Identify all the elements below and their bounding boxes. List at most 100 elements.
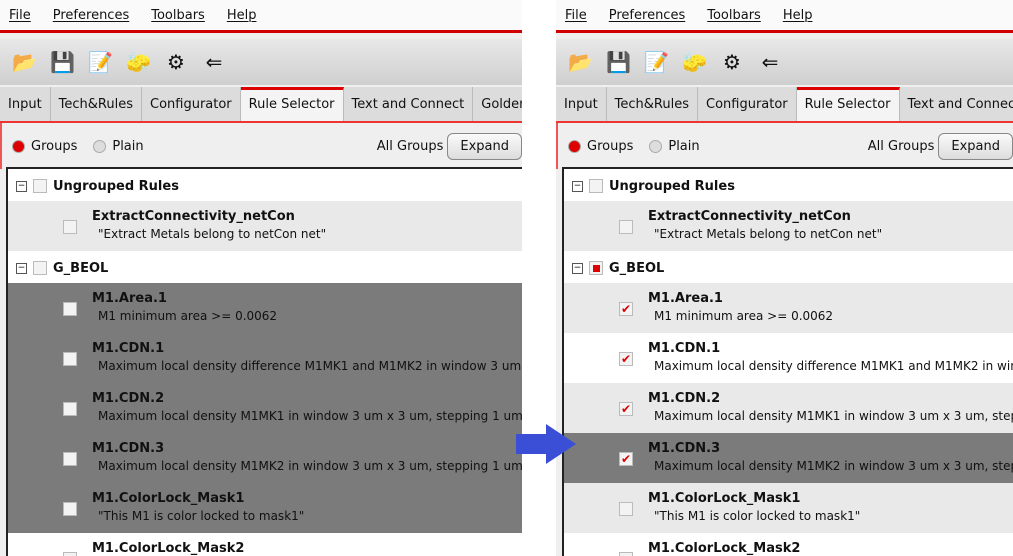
all-groups-label: All Groups <box>867 138 935 154</box>
collapse-icon[interactable]: − <box>16 180 27 192</box>
tab-0[interactable]: Input <box>0 87 51 121</box>
menu-file[interactable]: File <box>9 8 31 23</box>
edit-icon[interactable]: 📝 <box>644 50 669 74</box>
group-checkbox[interactable] <box>589 261 603 275</box>
rule-row[interactable]: ExtractConnectivity_netCon "Extract Metal… <box>564 201 1013 251</box>
rule-checkbox[interactable] <box>63 302 77 316</box>
menu-help[interactable]: Help <box>783 8 813 23</box>
menu-preferences[interactable]: Preferences <box>53 8 129 23</box>
rule-description: "Extract Metals belong to netCon net" <box>98 227 327 241</box>
rule-description: Maximum local density M1MK1 in window 3 … <box>654 409 1013 423</box>
plain-radio[interactable] <box>649 139 663 153</box>
rule-row[interactable]: M1.ColorLock_Mask2 <box>8 533 522 556</box>
rule-name: M1.ColorLock_Mask1 <box>648 491 801 506</box>
collapse-icon[interactable]: − <box>572 180 583 192</box>
rule-checkbox[interactable] <box>63 502 77 516</box>
tab-0[interactable]: Input <box>556 87 607 121</box>
groups-label: Groups <box>587 138 634 154</box>
rule-checkbox[interactable] <box>619 220 633 234</box>
rule-row[interactable]: ✔ M1.CDN.1 Maximum local density differenc… <box>564 333 1013 383</box>
rule-description: M1 minimum area >= 0.0062 <box>654 309 834 323</box>
rule-checkbox[interactable]: ✔ <box>619 352 633 366</box>
tab-4[interactable]: Text and Connect <box>344 87 474 121</box>
group-name: Ungrouped Rules <box>53 178 179 194</box>
group-checkbox[interactable] <box>33 179 47 193</box>
tab-5[interactable]: Golden L <box>473 87 522 121</box>
menu-file[interactable]: File <box>565 8 587 23</box>
rule-checkbox[interactable] <box>619 552 633 556</box>
open-folder-icon[interactable]: 📂 <box>12 50 37 74</box>
groups-radio[interactable] <box>568 139 581 153</box>
rule-description: "This M1 is color locked to mask1" <box>654 509 861 523</box>
rule-checkbox[interactable]: ✔ <box>619 452 633 466</box>
rule-row[interactable]: M1.ColorLock_Mask1 "This M1 is color lock… <box>8 483 522 533</box>
rule-checkbox[interactable] <box>63 220 77 234</box>
tree-group[interactable]: − Ungrouped Rules <box>8 175 522 197</box>
rule-description: M1 minimum area >= 0.0062 <box>98 309 278 323</box>
rule-row[interactable]: M1.CDN.2 Maximum local density M1MK1 in w… <box>8 383 522 433</box>
rule-row[interactable]: M1.ColorLock_Mask2 <box>564 533 1013 556</box>
rule-row[interactable]: ✔ M1.CDN.3 Maximum local density M1MK2 in … <box>564 433 1013 483</box>
plain-label: Plain <box>668 138 700 154</box>
menu-toolbars[interactable]: Toolbars <box>151 8 205 23</box>
group-checkbox[interactable] <box>33 261 47 275</box>
rule-checkbox[interactable] <box>619 502 633 516</box>
group-name: Ungrouped Rules <box>609 178 735 194</box>
collapse-icon[interactable]: − <box>572 262 583 274</box>
menu-help[interactable]: Help <box>227 8 257 23</box>
rule-checkbox[interactable] <box>63 352 77 366</box>
import-icon[interactable]: ⇐ <box>758 50 782 74</box>
rule-row[interactable]: ExtractConnectivity_netCon "Extract Metal… <box>8 201 522 251</box>
rule-checkbox[interactable]: ✔ <box>619 302 633 316</box>
rule-description: "This M1 is color locked to mask1" <box>98 509 305 523</box>
tab-1[interactable]: Tech&Rules <box>51 87 142 121</box>
tree-group[interactable]: − G_BEOL <box>564 257 1013 279</box>
rule-row[interactable]: ✔ M1.Area.1 M1 minimum area >= 0.0062 <box>564 283 1013 333</box>
rule-name: M1.CDN.1 <box>92 341 165 356</box>
rule-description: Maximum local density M1MK2 in window 3 … <box>654 459 1013 473</box>
rule-row[interactable]: M1.CDN.1 Maximum local density difference… <box>8 333 522 383</box>
rule-row[interactable]: M1.CDN.3 Maximum local density M1MK2 in w… <box>8 433 522 483</box>
menu-toolbars[interactable]: Toolbars <box>707 8 761 23</box>
rule-name: M1.ColorLock_Mask2 <box>648 541 801 556</box>
rule-name: ExtractConnectivity_netCon <box>648 209 851 224</box>
rule-row[interactable]: ✔ M1.CDN.2 Maximum local density M1MK1 in … <box>564 383 1013 433</box>
tab-3[interactable]: Rule Selector <box>240 87 344 121</box>
import-icon[interactable]: ⇐ <box>202 50 226 74</box>
rule-description: Maximum local density M1MK2 in window 3 … <box>98 459 522 473</box>
tab-3[interactable]: Rule Selector <box>796 87 900 121</box>
edit-icon[interactable]: 📝 <box>88 50 113 74</box>
tab-4[interactable]: Text and Connect <box>900 87 1013 121</box>
tab-2[interactable]: Configurator <box>142 87 241 121</box>
collapse-icon[interactable]: − <box>16 262 27 274</box>
expand-button[interactable]: Expand <box>447 132 522 160</box>
settings-gears-icon[interactable]: ⚙ <box>720 50 744 74</box>
rule-name: M1.CDN.3 <box>648 441 721 456</box>
rule-description: Maximum local density difference M1MK1 a… <box>654 359 1013 373</box>
rule-row[interactable]: M1.Area.1 M1 minimum area >= 0.0062 <box>8 283 522 333</box>
settings-gears-icon[interactable]: ⚙ <box>164 50 188 74</box>
rule-description: Maximum local density difference M1MK1 a… <box>98 359 522 373</box>
rule-checkbox[interactable] <box>63 452 77 466</box>
group-checkbox[interactable] <box>589 179 603 193</box>
rule-checkbox[interactable]: ✔ <box>619 402 633 416</box>
save-icon[interactable]: 💾 <box>606 50 631 74</box>
menu-preferences[interactable]: Preferences <box>609 8 685 23</box>
eraser-icon[interactable]: 🧽 <box>126 50 151 74</box>
tree-group[interactable]: − G_BEOL <box>8 257 522 279</box>
tab-2[interactable]: Configurator <box>698 87 797 121</box>
rule-name: M1.Area.1 <box>648 291 723 306</box>
tab-1[interactable]: Tech&Rules <box>607 87 698 121</box>
all-groups-label: All Groups <box>376 138 444 154</box>
eraser-icon[interactable]: 🧽 <box>682 50 707 74</box>
rule-row[interactable]: M1.ColorLock_Mask1 "This M1 is color lock… <box>564 483 1013 533</box>
plain-radio[interactable] <box>93 139 107 153</box>
rule-checkbox[interactable] <box>63 402 77 416</box>
save-icon[interactable]: 💾 <box>50 50 75 74</box>
view-options: Groups Plain All Groups Expand <box>556 123 1013 169</box>
open-folder-icon[interactable]: 📂 <box>568 50 593 74</box>
expand-button[interactable]: Expand <box>938 132 1013 160</box>
tree-group[interactable]: − Ungrouped Rules <box>564 175 1013 197</box>
groups-radio[interactable] <box>12 139 25 153</box>
rule-checkbox[interactable] <box>63 552 77 556</box>
